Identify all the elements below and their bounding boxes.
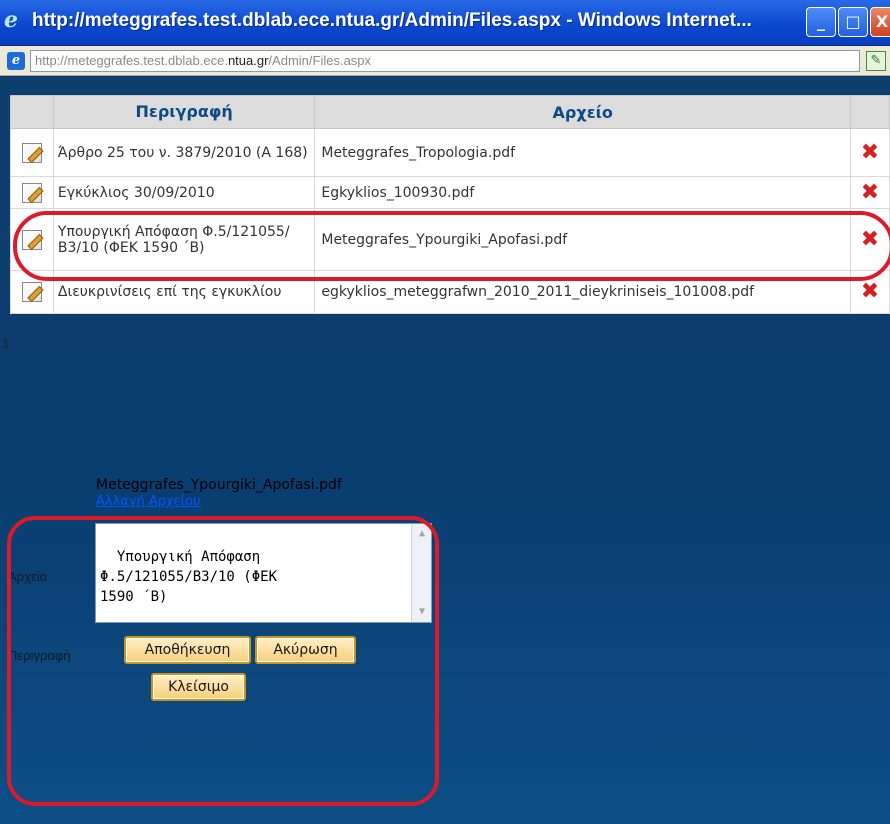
address-bar: e http://meteggrafes.test.dblab.ece.ntua…	[0, 46, 890, 76]
url-prefix: http://meteggrafes.test.dblab.ece.	[35, 53, 228, 68]
table-header-row: Περιγραφή Αρχείο	[10, 95, 890, 129]
scroll-down-icon[interactable]: ▼	[413, 603, 431, 621]
cancel-button[interactable]: Ακύρωση	[255, 636, 356, 664]
window-title: http://meteggrafes.test.dblab.ece.ntua.g…	[32, 10, 752, 31]
table-row: Υπουργική Απόφαση Φ.5/121055/Β3/10 (ΦΕΚ …	[10, 208, 890, 271]
description-text: Υπουργική Απόφαση Φ.5/121055/Β3/10 (ΦΕΚ …	[100, 549, 278, 605]
row-file: egkyklios_meteggrafwn_2010_2011_dieykrin…	[314, 270, 852, 314]
row-description: Άρθρο 25 του ν. 3879/2010 (Α 168)	[52, 128, 316, 177]
header-file: Αρχείο	[314, 95, 852, 129]
page-icon: e	[7, 52, 25, 70]
delete-icon[interactable]: ✖	[861, 227, 879, 252]
delete-icon[interactable]: ✖	[861, 279, 879, 304]
row-description: Εγκύκλιος 30/09/2010	[52, 176, 316, 209]
window-titlebar: e http://meteggrafes.test.dblab.ece.ntua…	[0, 0, 890, 46]
row-file: Egkyklios_100930.pdf	[314, 176, 852, 209]
url-field[interactable]: http://meteggrafes.test.dblab.ece.ntua.g…	[30, 50, 860, 72]
url-suffix: /Admin/Files.aspx	[268, 53, 372, 68]
edit-icon[interactable]	[21, 229, 42, 250]
table-row: Εγκύκλιος 30/09/2010 Egkyklios_100930.pd…	[10, 176, 890, 209]
row-description: Διευκρινίσεις επί της εγκυκλίου	[52, 270, 316, 314]
delete-icon[interactable]: ✖	[861, 140, 879, 165]
edit-icon[interactable]	[21, 142, 42, 163]
file-label: Αρχείο	[8, 569, 47, 584]
scroll-up-icon[interactable]: ▲	[413, 525, 431, 543]
compatibility-icon[interactable]: ✎	[866, 51, 886, 71]
files-table: Περιγραφή Αρχείο Άρθρο 25 του ν. 3879/20…	[10, 95, 890, 314]
row-file: Meteggrafes_Ypourgiki_Apofasi.pdf	[314, 208, 852, 271]
page-content: Περιγραφή Αρχείο Άρθρο 25 του ν. 3879/20…	[0, 77, 890, 824]
table-row: Άρθρο 25 του ν. 3879/2010 (Α 168) Metegg…	[10, 128, 890, 177]
pager-page-number[interactable]: 1	[2, 337, 10, 351]
header-delete	[850, 95, 890, 129]
file-value: Meteggrafes_Ypourgiki_Apofasi.pdf	[96, 477, 342, 493]
close-window-button[interactable]: X	[870, 7, 890, 37]
header-strip	[0, 87, 890, 95]
change-file-link[interactable]: Αλλαγή Αρχείου	[96, 494, 200, 509]
url-host: ntua.gr	[227, 53, 269, 68]
minimize-button[interactable]: _	[806, 7, 836, 37]
maximize-button[interactable]: □	[838, 7, 868, 37]
edit-icon[interactable]	[21, 182, 42, 203]
delete-icon[interactable]: ✖	[861, 180, 879, 205]
description-textarea[interactable]: Υπουργική Απόφαση Φ.5/121055/Β3/10 (ΦΕΚ …	[95, 523, 432, 623]
save-button[interactable]: Αποθήκευση	[124, 636, 251, 664]
edit-icon[interactable]	[21, 282, 42, 302]
description-label: Περιγραφή	[8, 648, 71, 663]
header-edit	[10, 95, 54, 129]
table-row: Διευκρινίσεις επί της εγκυκλίου egkyklio…	[10, 270, 890, 314]
textarea-scrollbar[interactable]: ▲ ▼	[411, 524, 431, 622]
header-description: Περιγραφή	[52, 95, 316, 129]
internet-explorer-icon: e	[4, 7, 18, 33]
close-button[interactable]: Κλείσιμο	[151, 673, 246, 701]
row-file: Meteggrafes_Tropologia.pdf	[314, 128, 852, 177]
row-description: Υπουργική Απόφαση Φ.5/121055/Β3/10 (ΦΕΚ …	[52, 208, 316, 271]
